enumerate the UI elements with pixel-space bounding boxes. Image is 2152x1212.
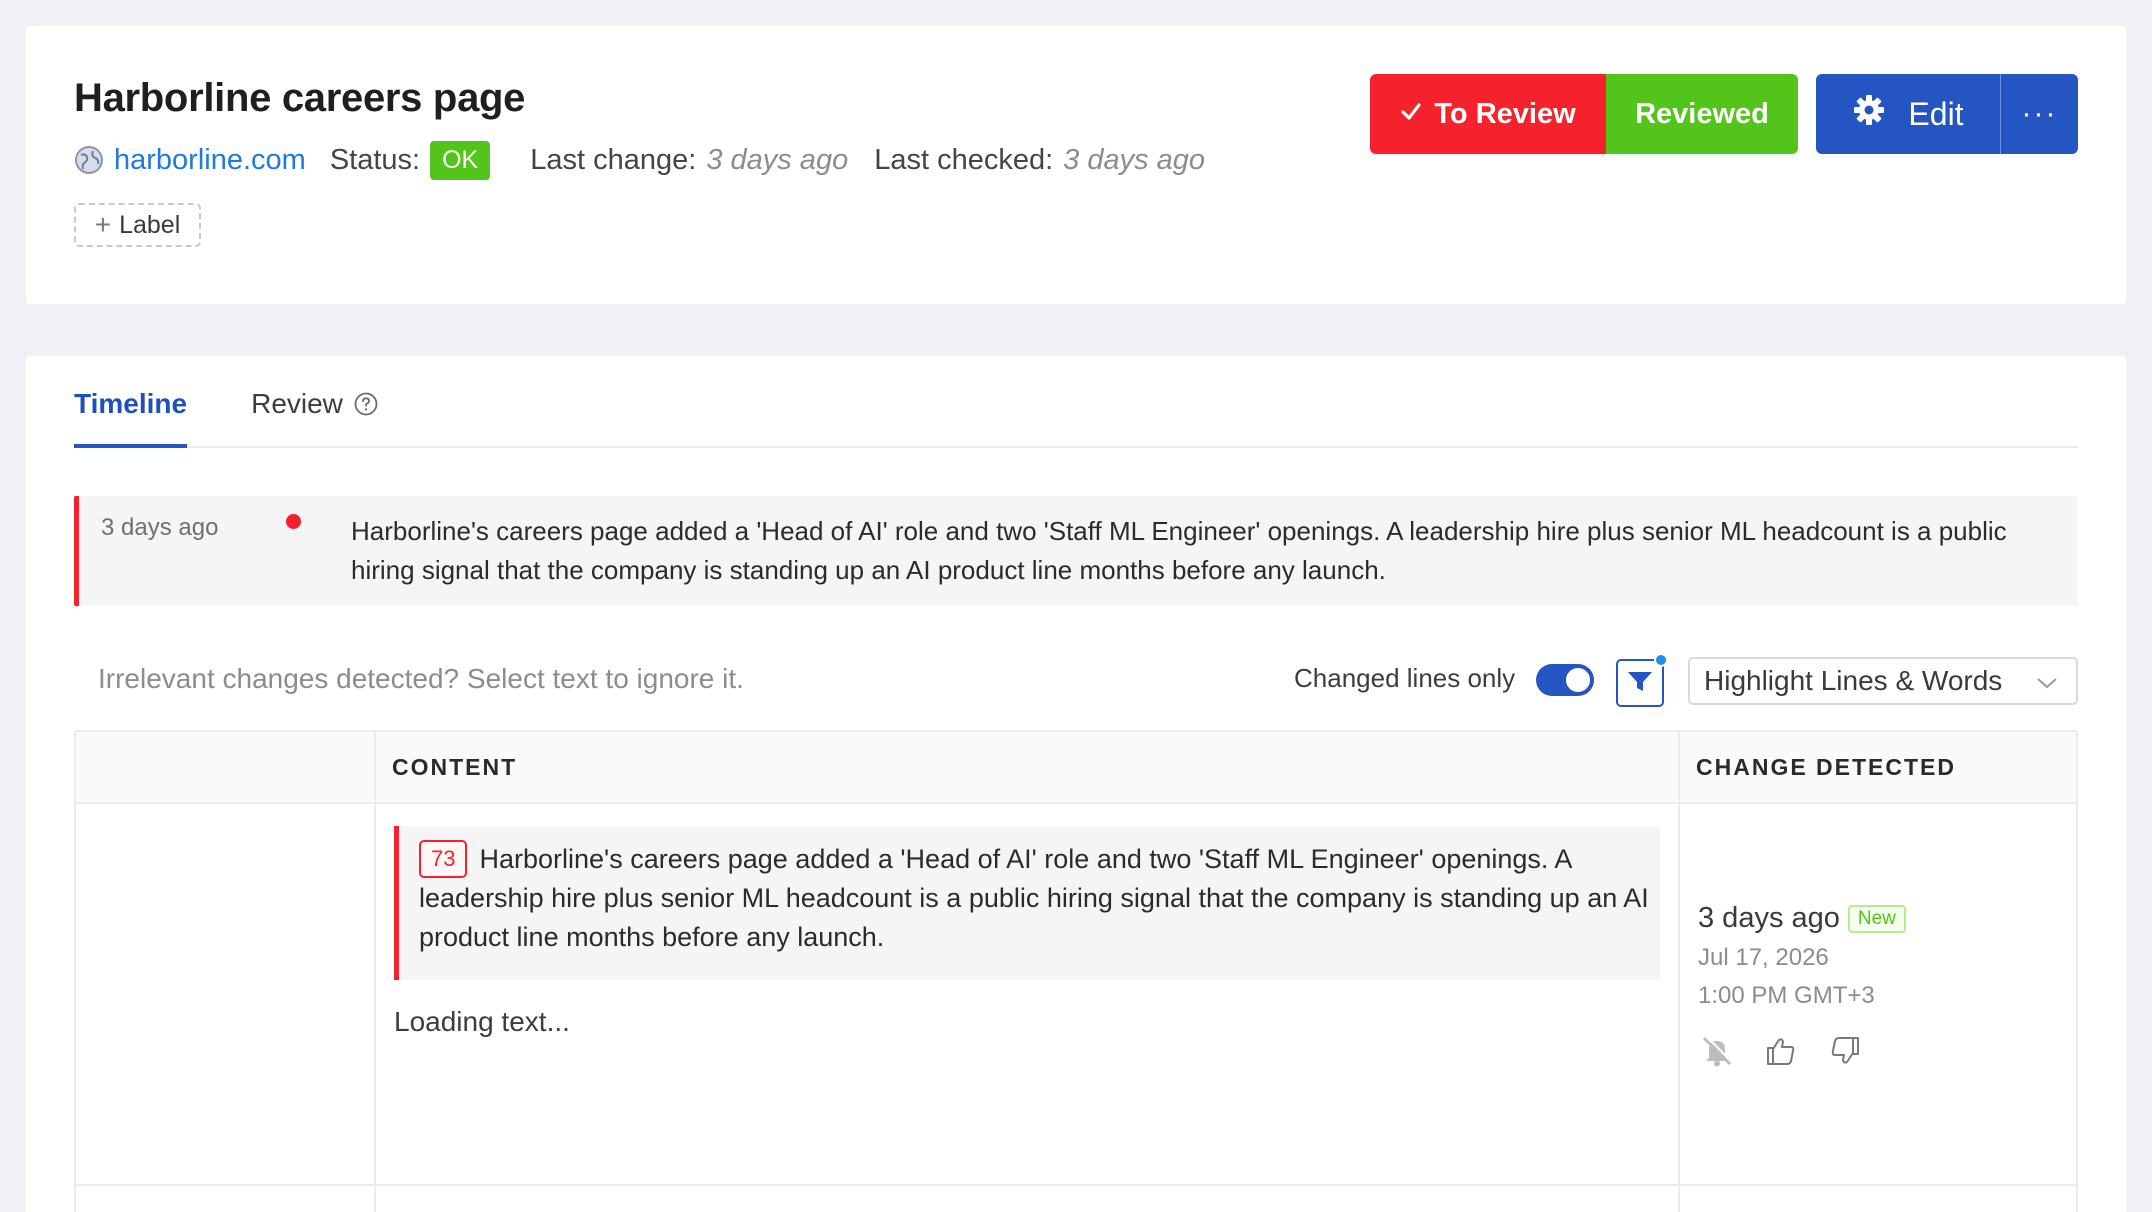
page-title: Harborline careers page: [74, 76, 526, 120]
diff-table: CONTENT CHANGE DETECTED 73 Harborline's c…: [74, 730, 2078, 1212]
column-divider: [1678, 732, 1680, 1212]
mute-notification-icon[interactable]: [1698, 1032, 1736, 1070]
page-meta-row: harborline.com Status: OK Last change: 3…: [74, 138, 1231, 182]
globe-icon: [74, 145, 104, 175]
gear-icon: [1852, 93, 1886, 135]
content-column-header: CONTENT: [392, 754, 518, 780]
status-badge: OK: [430, 140, 491, 180]
last-checked-label: Last checked:: [874, 143, 1054, 176]
change-detected-ago: 3 days ago: [1698, 902, 1840, 934]
site-link[interactable]: harborline.com: [114, 144, 306, 177]
filter-icon: [1625, 666, 1655, 701]
checkmark-icon: [1400, 98, 1422, 131]
last-change-label: Last change:: [530, 143, 697, 176]
toggle-knob: [1566, 668, 1590, 692]
highlight-mode-value: Highlight Lines & Words: [1704, 665, 2003, 696]
thumbs-down-icon[interactable]: [1826, 1032, 1864, 1070]
tab-review[interactable]: Review: [251, 388, 379, 446]
timeline-time: 3 days ago: [101, 514, 219, 541]
feedback-actions: [1698, 1032, 1864, 1070]
changed-line-block[interactable]: 73 Harborline's careers page added a 'Hea…: [394, 826, 1660, 980]
filter-button[interactable]: [1616, 653, 1668, 707]
edit-button-group: Edit ···: [1816, 74, 2078, 154]
edit-label: Edit: [1908, 95, 1964, 132]
status-label: Status:: [329, 143, 421, 176]
thumbs-up-icon[interactable]: [1762, 1032, 1800, 1070]
add-label-text: Label: [119, 210, 181, 239]
last-checked-value: 3 days ago: [1063, 143, 1206, 176]
changed-line-content: Harborline's careers page added a 'Head …: [419, 844, 1649, 952]
change-detected-when: 3 days ago New: [1698, 902, 1906, 935]
page-header-card: Harborline careers page harborline.com S…: [26, 26, 2126, 304]
change-detected-time: 1:00 PM GMT+3: [1698, 982, 1875, 1009]
column-divider: [374, 732, 376, 1212]
timeline-entry[interactable]: 3 days ago Harborline's careers page add…: [74, 496, 2078, 606]
change-column-header: CHANGE DETECTED: [1696, 754, 1957, 780]
changed-line-text: 73 Harborline's careers page added a 'Hea…: [419, 840, 1649, 957]
loading-text: Loading text...: [394, 1006, 570, 1037]
edit-button[interactable]: Edit: [1816, 74, 2000, 154]
highlight-mode-select[interactable]: Highlight Lines & Words: [1688, 657, 2078, 705]
timeline-summary: Harborline's careers page added a 'Head …: [351, 516, 2007, 585]
tab-review-label: Review: [251, 388, 343, 419]
changed-lines-label: Changed lines only: [1294, 663, 1516, 693]
new-badge: New: [1847, 904, 1906, 933]
change-detected-date: Jul 17, 2026: [1698, 944, 1829, 971]
to-review-button[interactable]: To Review: [1370, 74, 1606, 154]
plus-icon: +: [94, 209, 112, 240]
help-icon[interactable]: [353, 391, 379, 417]
last-change-value: 3 days ago: [706, 143, 849, 176]
changed-lines-toggle[interactable]: [1536, 664, 1594, 696]
chevron-down-icon: [2036, 665, 2058, 697]
main-card: Timeline Review 3 days ago Harborline's …: [26, 356, 2126, 1212]
add-label-button[interactable]: + Label: [74, 203, 201, 247]
ignore-hint: Irrelevant changes detected? Select text…: [98, 663, 744, 694]
review-button-group: To Review Reviewed: [1370, 74, 1798, 154]
tab-bar: Timeline Review: [74, 356, 2078, 448]
row-divider: [76, 1184, 2076, 1186]
unread-dot: [286, 514, 301, 529]
filter-active-dot: [1654, 653, 1668, 667]
line-number-badge: 73: [419, 840, 468, 878]
tab-timeline[interactable]: Timeline: [74, 388, 188, 448]
more-options-button[interactable]: ···: [2000, 74, 2078, 154]
to-review-label: To Review: [1434, 97, 1576, 130]
reviewed-button[interactable]: Reviewed: [1606, 74, 1798, 154]
